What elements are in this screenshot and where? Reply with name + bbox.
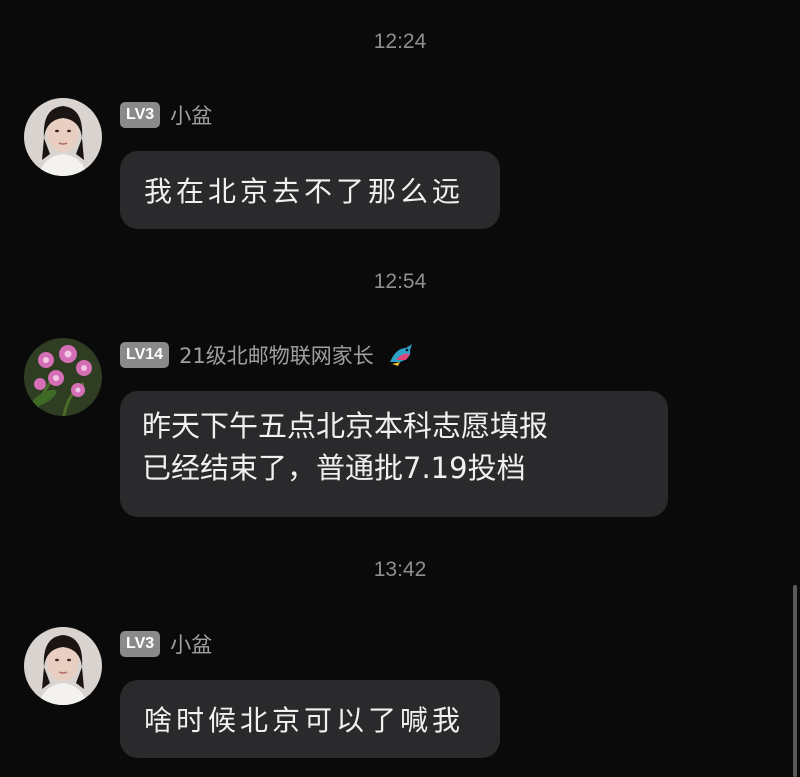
colorful-bird-icon [386, 342, 416, 368]
message-bubble[interactable]: 啥时候北京可以了喊我 [120, 680, 500, 758]
sender-name[interactable]: 小盆 [170, 100, 212, 130]
scrollbar[interactable] [793, 585, 797, 777]
message-bubble[interactable]: 我在北京去不了那么远 [120, 151, 500, 229]
sender-avatar[interactable] [24, 627, 102, 705]
level-badge: LV3 [120, 631, 161, 657]
timestamp: 12:24 [373, 30, 427, 53]
sender-name[interactable]: 21级北邮物联网家长 [179, 340, 374, 370]
sender-meta: LV14 21级北邮物联网家长 [120, 340, 416, 370]
sender-name[interactable]: 小盆 [170, 629, 212, 659]
level-badge: LV14 [120, 342, 170, 368]
sender-avatar[interactable] [24, 338, 102, 416]
sender-avatar[interactable] [24, 98, 102, 176]
timestamp: 12:54 [373, 270, 427, 293]
message-bubble[interactable]: 昨天下午五点北京本科志愿填报 已经结束了，普通批7.19投档 [120, 391, 668, 517]
message-text-line: 昨天下午五点北京本科志愿填报 [142, 409, 549, 443]
sender-meta: LV3 小盆 [120, 100, 212, 130]
sender-meta: LV3 小盆 [120, 629, 212, 659]
message-text: 啥时候北京可以了喊我 [144, 704, 465, 737]
message-text-line: 已经结束了，普通批7.19投档 [142, 451, 526, 485]
message-text: 我在北京去不了那么远 [144, 175, 465, 208]
level-badge: LV3 [120, 102, 161, 128]
timestamp: 13:42 [373, 558, 427, 581]
